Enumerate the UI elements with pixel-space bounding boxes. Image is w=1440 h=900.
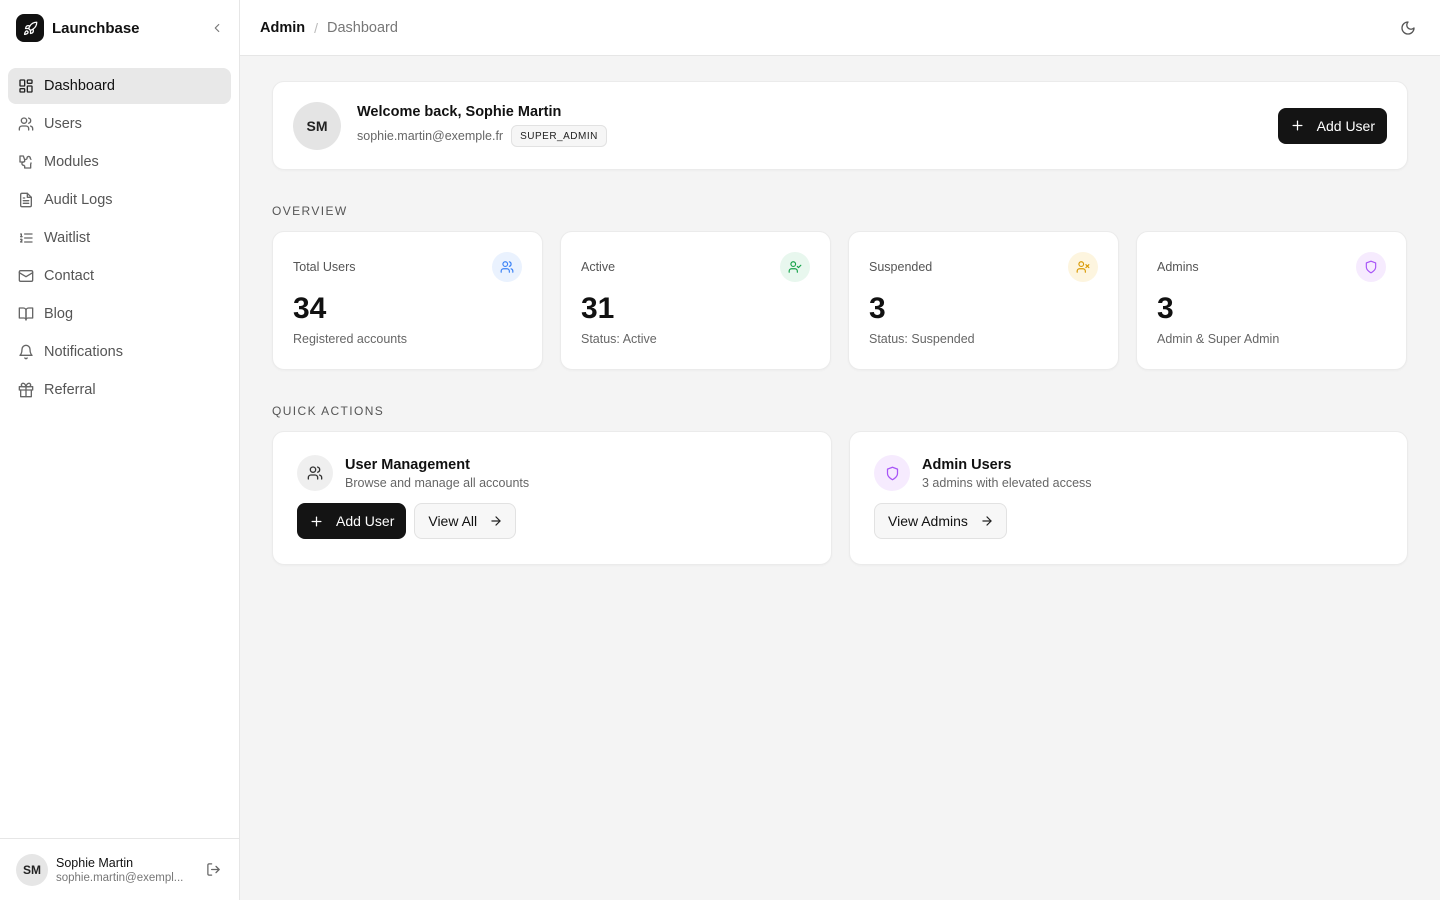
action-desc: Browse and manage all accounts (345, 475, 530, 490)
quick-actions-title: QUICK ACTIONS (272, 404, 385, 418)
users-icon (18, 116, 34, 132)
action-desc: 3 admins with elevated access (922, 475, 1092, 490)
stat-sub: Admin & Super Admin (1157, 332, 1280, 346)
arrow-right-icon (980, 514, 994, 528)
stat-card-total-users: Total Users 34 Registered accounts (272, 231, 543, 370)
file-text-icon (18, 192, 34, 208)
users-icon (297, 455, 333, 491)
sidebar-item-dashboard[interactable]: Dashboard (8, 68, 231, 104)
chevron-left-icon[interactable] (205, 16, 229, 40)
stat-value: 31 (581, 292, 615, 325)
sidebar-user: SM Sophie Martin sophie.martin@exempl... (0, 838, 239, 900)
quick-actions: User Management Browse and manage all ac… (272, 431, 1408, 565)
arrow-right-icon (489, 514, 503, 528)
users-icon (492, 252, 522, 282)
user-email: sophie.martin@exempl... (56, 871, 184, 884)
sidebar-item-referral[interactable]: Referral (8, 372, 231, 408)
user-x-icon (1068, 252, 1098, 282)
sidebar-nav: Dashboard Users Modules Audit Logs Waitl… (0, 56, 239, 422)
breadcrumb-current: Dashboard (327, 19, 398, 36)
breadcrumb-admin[interactable]: Admin (260, 20, 305, 36)
brand: Launchbase (0, 0, 239, 56)
book-open-icon (18, 306, 34, 322)
sidebar-item-waitlist[interactable]: Waitlist (8, 220, 231, 256)
list-ordered-icon (18, 230, 34, 246)
stat-sub: Registered accounts (293, 332, 407, 346)
add-user-label: Add User (1316, 117, 1375, 134)
add-user-label: Add User (336, 513, 395, 529)
user-management-card: User Management Browse and manage all ac… (272, 431, 832, 565)
main-content: SM Welcome back, Sophie Martin sophie.ma… (272, 81, 1408, 565)
rocket-icon[interactable] (16, 14, 44, 42)
add-user-button[interactable]: Add User (1277, 107, 1387, 144)
top-header: Admin / Dashboard (240, 0, 1440, 56)
shield-icon (1356, 252, 1386, 282)
sidebar: Launchbase Dashboard Users Modules Audit… (0, 0, 240, 900)
dashboard-icon (18, 78, 34, 94)
stat-label: Admins (1157, 260, 1199, 274)
user-name: Sophie Martin (56, 855, 134, 870)
stat-sub: Status: Suspended (869, 332, 975, 346)
view-admins-button[interactable]: View Admins (874, 503, 1007, 539)
sidebar-item-label: Blog (44, 306, 74, 322)
welcome-title: Welcome back, Sophie Martin (357, 104, 562, 120)
sidebar-item-label: Modules (44, 154, 99, 170)
avatar[interactable]: SM (16, 853, 48, 886)
overview-stats: Total Users 34 Registered accounts Activ… (272, 231, 1408, 370)
bell-icon (18, 344, 34, 360)
puzzle-icon (18, 154, 34, 170)
welcome-card: SM Welcome back, Sophie Martin sophie.ma… (272, 81, 1408, 170)
shield-icon (874, 455, 910, 491)
welcome-email: sophie.martin@exemple.fr (357, 129, 504, 143)
stat-value: 3 (1157, 292, 1174, 325)
mail-icon (18, 268, 34, 284)
sidebar-item-audit-logs[interactable]: Audit Logs (8, 182, 231, 218)
view-all-label: View All (428, 513, 478, 529)
sidebar-item-contact[interactable]: Contact (8, 258, 231, 294)
sidebar-item-label: Notifications (44, 344, 123, 360)
stat-label: Total Users (293, 260, 356, 274)
sidebar-item-label: Audit Logs (44, 192, 113, 208)
view-admins-label: View Admins (888, 513, 968, 529)
moon-icon[interactable] (1394, 14, 1422, 42)
sidebar-item-label: Contact (44, 268, 94, 284)
sidebar-item-notifications[interactable]: Notifications (8, 334, 231, 370)
user-check-icon (780, 252, 810, 282)
sidebar-item-blog[interactable]: Blog (8, 296, 231, 332)
stat-value: 34 (293, 292, 327, 325)
avatar: SM (293, 101, 341, 150)
stat-card-admins: Admins 3 Admin & Super Admin (1136, 231, 1407, 370)
brand-name: Launchbase (52, 19, 140, 37)
plus-icon (1290, 118, 1305, 133)
plus-icon (309, 514, 324, 529)
stat-label: Active (581, 260, 616, 274)
stat-card-suspended: Suspended 3 Status: Suspended (848, 231, 1119, 370)
stat-label: Suspended (869, 260, 933, 274)
logout-icon[interactable] (201, 858, 225, 882)
sidebar-item-modules[interactable]: Modules (8, 144, 231, 180)
view-all-button[interactable]: View All (414, 503, 517, 539)
breadcrumb-separator: / (314, 19, 318, 36)
role-badge: SUPER_ADMIN (511, 125, 607, 147)
sidebar-item-users[interactable]: Users (8, 106, 231, 142)
stat-card-active: Active 31 Status: Active (560, 231, 831, 370)
action-title: User Management (345, 456, 470, 473)
sidebar-item-label: Waitlist (44, 230, 91, 246)
overview-title: OVERVIEW (272, 204, 348, 218)
admin-users-card: Admin Users 3 admins with elevated acces… (849, 431, 1408, 565)
sidebar-item-label: Dashboard (44, 78, 115, 94)
sidebar-item-label: Referral (44, 382, 96, 398)
sidebar-item-label: Users (44, 116, 82, 132)
action-title: Admin Users (922, 456, 1012, 473)
stat-value: 3 (869, 292, 886, 325)
stat-sub: Status: Active (581, 332, 657, 346)
add-user-button[interactable]: Add User (297, 503, 407, 539)
gift-icon (18, 382, 34, 398)
